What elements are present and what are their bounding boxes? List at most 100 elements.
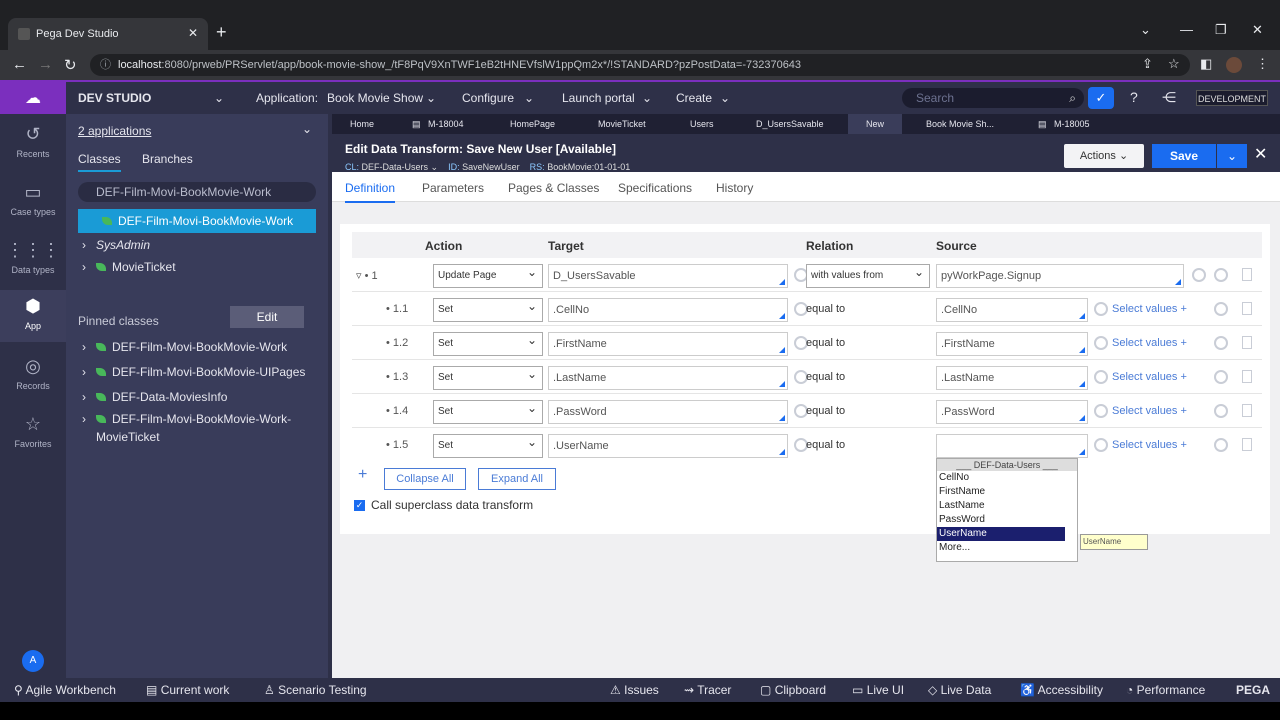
profile-avatar-icon[interactable] (1226, 57, 1242, 73)
edit-pinned-button[interactable]: Edit (230, 306, 304, 328)
expand-caret-icon[interactable]: › (82, 238, 86, 252)
rail-case-types[interactable]: ▭ Case types (0, 182, 66, 217)
issues-button[interactable]: ⚠ Issues (610, 683, 659, 697)
help-icon[interactable]: ? (1130, 89, 1138, 105)
worktab-movieticket[interactable]: MovieTicket (598, 119, 646, 129)
autocomplete-option[interactable]: FirstName (937, 485, 1077, 499)
source-gear-icon[interactable] (1094, 438, 1108, 452)
source-gear-icon[interactable] (1192, 268, 1206, 282)
network-icon[interactable]: ⋲ (1162, 89, 1176, 106)
autocomplete-option[interactable]: LastName (937, 499, 1077, 513)
search-icon[interactable]: ⌕ (1069, 88, 1076, 108)
source-gear-icon[interactable] (1094, 370, 1108, 384)
source-gear-icon[interactable] (1094, 302, 1108, 316)
current-work-button[interactable]: ▤ Current work (146, 683, 229, 697)
studio-switcher[interactable]: DEV STUDIO (78, 91, 151, 105)
target-input[interactable]: D_UsersSavable (548, 264, 788, 288)
tab-pages-classes[interactable]: Pages & Classes (508, 181, 599, 195)
tree-item-movieticket[interactable]: MovieTicket (96, 260, 176, 274)
pinned-item[interactable]: DEF-Film-Movi-BookMovie-Work- (96, 412, 291, 426)
close-window-button[interactable]: ✕ (1252, 22, 1263, 38)
tracer-button[interactable]: ⇝ Tracer (684, 683, 731, 697)
rail-recents[interactable]: ↺ Recents (0, 124, 66, 159)
tab-search-icon[interactable]: ⌄ (1140, 22, 1151, 38)
add-row-icon[interactable]: + (358, 466, 367, 484)
delete-row-icon[interactable] (1242, 370, 1252, 383)
expand-caret-icon[interactable]: › (82, 390, 86, 404)
select-values-link[interactable]: Select values + (1112, 303, 1187, 315)
maximize-button[interactable]: ❐ (1215, 22, 1227, 38)
source-input[interactable]: .LastName (936, 366, 1088, 390)
rail-data-types[interactable]: ⋮⋮⋮ Data types (0, 240, 66, 275)
live-ui-button[interactable]: ▭ Live UI (852, 683, 904, 697)
select-values-link[interactable]: Select values + (1112, 405, 1187, 417)
target-input[interactable]: .PassWord (548, 400, 788, 424)
superclass-checkbox[interactable]: ✓ (354, 500, 365, 511)
delete-row-icon[interactable] (1242, 404, 1252, 417)
bookmark-star-icon[interactable]: ☆ (1168, 56, 1180, 72)
applications-chevron-icon[interactable]: ⌄ (302, 122, 312, 136)
application-chevron-icon[interactable]: ⌄ (426, 91, 436, 105)
expand-caret-icon[interactable]: › (82, 365, 86, 379)
application-selector[interactable]: Book Movie Show (327, 91, 423, 105)
action-select[interactable]: Set (433, 329, 543, 356)
create-menu[interactable]: Create (676, 91, 712, 105)
source-input[interactable]: .PassWord (936, 400, 1088, 424)
target-input[interactable]: .UserName (548, 434, 788, 458)
launch-portal-menu[interactable]: Launch portal (562, 91, 635, 105)
tab-definition[interactable]: Definition (345, 181, 396, 203)
autocomplete-option[interactable]: PassWord (937, 513, 1077, 527)
select-values-link[interactable]: Select values + (1112, 439, 1187, 451)
pinned-item[interactable]: DEF-Data-MoviesInfo (96, 390, 227, 404)
reload-icon[interactable]: ↻ (64, 56, 77, 74)
action-select[interactable]: Set (433, 431, 543, 458)
configure-menu[interactable]: Configure (462, 91, 514, 105)
new-tab-button[interactable]: + (216, 22, 227, 43)
relation-select[interactable]: with values from (806, 261, 930, 288)
expand-caret-icon[interactable]: › (82, 340, 86, 354)
autocomplete-option[interactable]: CellNo (937, 471, 1077, 485)
rail-favorites[interactable]: ☆ Favorites (0, 414, 66, 449)
delete-row-icon[interactable] (1242, 268, 1252, 281)
tab-close-icon[interactable]: ✕ (188, 26, 198, 40)
action-select[interactable]: Set (433, 363, 543, 390)
settings-gear-icon[interactable] (1214, 268, 1228, 282)
settings-gear-icon[interactable] (1214, 438, 1228, 452)
launch-chevron-icon[interactable]: ⌄ (642, 91, 652, 105)
source-input[interactable]: .FirstName (936, 332, 1088, 356)
action-select[interactable]: Set (433, 397, 543, 424)
settings-gear-icon[interactable] (1214, 302, 1228, 316)
performance-button[interactable]: ◔ Performance (1126, 683, 1205, 697)
create-chevron-icon[interactable]: ⌄ (720, 91, 730, 105)
class-filter-input[interactable]: DEF-Film-Movi-BookMovie-Work (78, 182, 316, 202)
worktab-new[interactable]: New (848, 114, 903, 134)
worktab-home[interactable]: Home (350, 119, 374, 129)
target-input[interactable]: .FirstName (548, 332, 788, 356)
save-button[interactable]: Save (1152, 144, 1216, 168)
worktab-users[interactable]: Users (690, 119, 714, 129)
configure-chevron-icon[interactable]: ⌄ (524, 91, 534, 105)
target-input[interactable]: .LastName (548, 366, 788, 390)
studio-chevron-icon[interactable]: ⌄ (214, 91, 224, 105)
tab-specifications[interactable]: Specifications (618, 181, 692, 195)
sidebar-icon[interactable]: ◧ (1200, 56, 1212, 72)
pinned-item[interactable]: DEF-Film-Movi-BookMovie-UIPages (96, 365, 305, 379)
clipboard-button[interactable]: ▢ Clipboard (760, 683, 826, 697)
search-input[interactable]: Search ⌕ (902, 88, 1084, 108)
scenario-testing-button[interactable]: ♙ Scenario Testing (264, 683, 367, 697)
share-icon[interactable]: ⇪ (1142, 56, 1153, 72)
settings-gear-icon[interactable] (1214, 404, 1228, 418)
rail-records[interactable]: ◎ Records (0, 356, 66, 391)
collapse-all-button[interactable]: Collapse All (384, 468, 466, 490)
autocomplete-option-selected[interactable]: UserName (937, 527, 1065, 541)
worktab-dusers[interactable]: D_UsersSavable (756, 119, 824, 129)
source-input-active[interactable] (936, 434, 1088, 458)
forward-icon[interactable]: → (38, 56, 53, 73)
action-select[interactable]: Update Page (433, 261, 543, 288)
agile-workbench-button[interactable]: ⚲ Agile Workbench (14, 683, 116, 697)
back-icon[interactable]: ← (12, 56, 27, 73)
browser-tab[interactable]: Pega Dev Studio ✕ (8, 18, 208, 50)
avatar[interactable]: A (22, 650, 44, 672)
pega-logo-icon[interactable]: ☁ (0, 82, 66, 114)
actions-button[interactable]: Actions ⌄ (1064, 144, 1144, 168)
